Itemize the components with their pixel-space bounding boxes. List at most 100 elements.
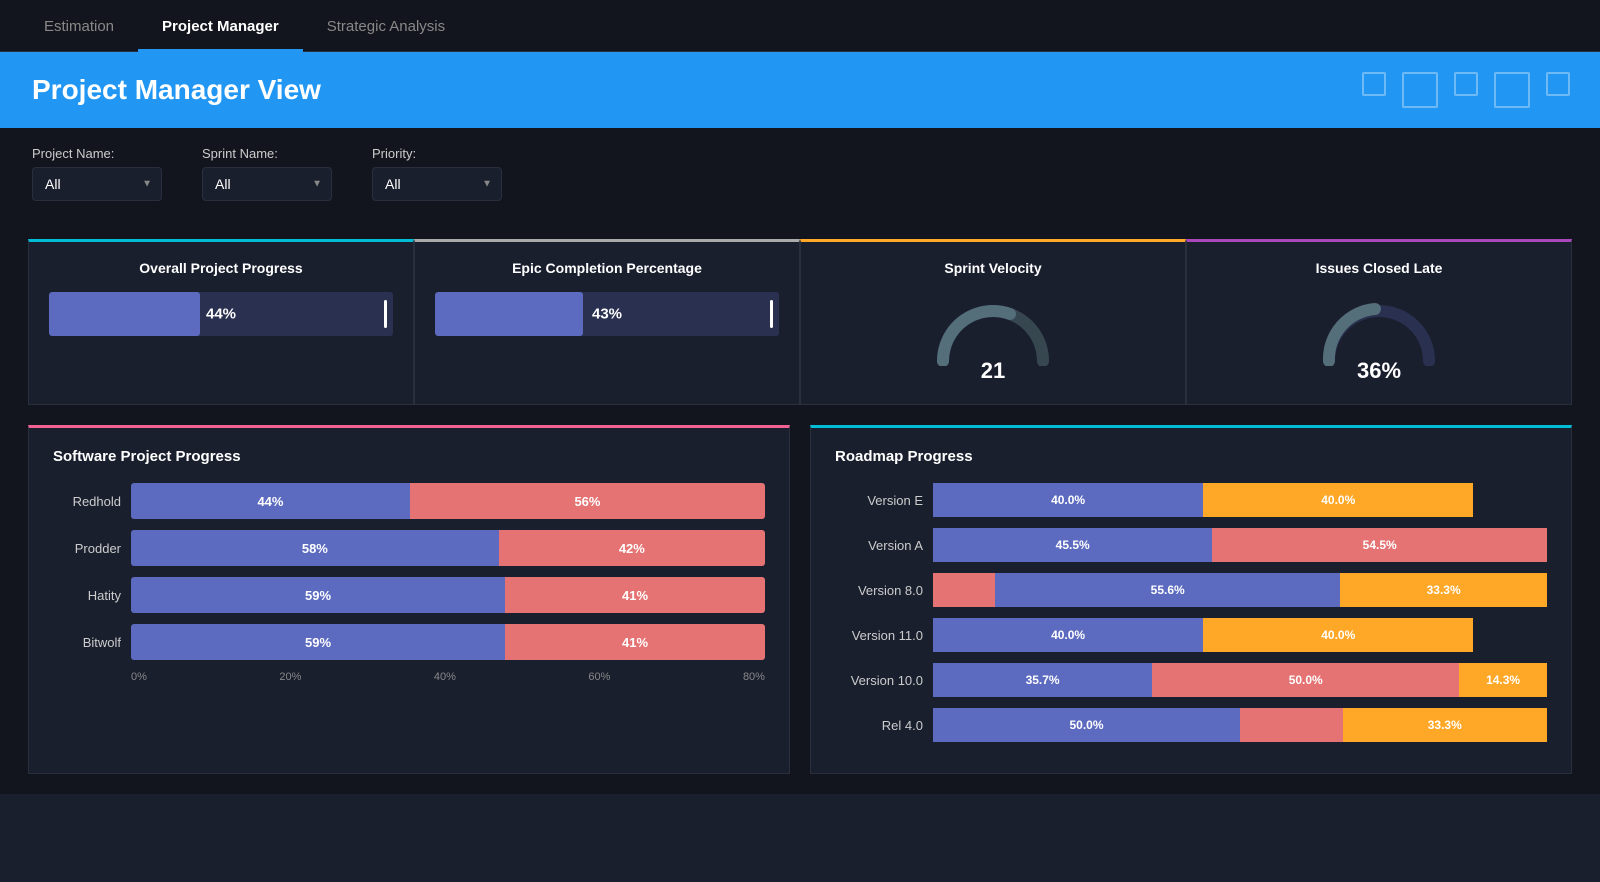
- roadmap-row: Rel 4.0 50.0% 33.3%: [835, 708, 1547, 742]
- roadmap-title: Roadmap Progress: [835, 448, 1547, 465]
- filter-sprint-label: Sprint Name:: [202, 146, 332, 161]
- hbar-pink-seg: 42%: [499, 530, 765, 566]
- filter-priority: Priority: All: [372, 146, 502, 201]
- header-banner: Project Manager View: [0, 52, 1600, 128]
- roadmap-seg: 14.3%: [1459, 663, 1547, 697]
- software-progress-title: Software Project Progress: [53, 448, 765, 465]
- roadmap-bars: 55.6%33.3%: [933, 573, 1547, 607]
- page-title: Project Manager View: [32, 74, 1568, 106]
- roadmap-seg: [1240, 708, 1343, 742]
- hbar-pink-seg: 41%: [505, 577, 765, 613]
- roadmap-seg: 33.3%: [1343, 708, 1547, 742]
- epic-progress-fill: [435, 292, 583, 336]
- hbar-row: Prodder 58% 42%: [53, 530, 765, 566]
- roadmap-row: Version A 45.5%54.5%: [835, 528, 1547, 562]
- software-progress-card: Software Project Progress Redhold 44% 56…: [28, 425, 790, 774]
- filter-priority-wrapper: All: [372, 167, 502, 201]
- hbar-label: Redhold: [53, 494, 121, 509]
- roadmap-seg: 50.0%: [1152, 663, 1459, 697]
- roadmap-seg: 40.0%: [933, 618, 1203, 652]
- roadmap-row: Version E 40.0%40.0%: [835, 483, 1547, 517]
- overall-progress-end: [384, 300, 387, 328]
- hbar-bars: 44% 56%: [131, 483, 765, 519]
- roadmap-bars: 45.5%54.5%: [933, 528, 1547, 562]
- hbar-row: Hatity 59% 41%: [53, 577, 765, 613]
- kpi-sprint-velocity: Sprint Velocity 21: [800, 239, 1186, 405]
- software-progress-chart: Redhold 44% 56% Prodder 58% 42% Hatity 5…: [53, 483, 765, 660]
- bottom-row: Software Project Progress Redhold 44% 56…: [28, 425, 1572, 774]
- kpi-overall-title: Overall Project Progress: [49, 260, 393, 276]
- axis-label: 80%: [743, 671, 765, 683]
- main-content: Overall Project Progress 44% Epic Comple…: [0, 219, 1600, 794]
- roadmap-bars: 35.7%50.0%14.3%: [933, 663, 1547, 697]
- roadmap-card: Roadmap Progress Version E 40.0%40.0% Ve…: [810, 425, 1572, 774]
- roadmap-chart: Version E 40.0%40.0% Version A 45.5%54.5…: [835, 483, 1547, 742]
- epic-progress-label: 43%: [592, 306, 622, 323]
- roadmap-row: Version 10.0 35.7%50.0%14.3%: [835, 663, 1547, 697]
- tab-strategic-analysis[interactable]: Strategic Analysis: [303, 4, 469, 52]
- overall-progress-bar: 44%: [49, 292, 393, 336]
- filter-priority-label: Priority:: [372, 146, 502, 161]
- roadmap-label: Version E: [835, 493, 923, 508]
- kpi-epic-title: Epic Completion Percentage: [435, 260, 779, 276]
- hbar-label: Prodder: [53, 541, 121, 556]
- tab-estimation[interactable]: Estimation: [20, 4, 138, 52]
- roadmap-label: Version A: [835, 538, 923, 553]
- hbar-row: Bitwolf 59% 41%: [53, 624, 765, 660]
- roadmap-seg: 45.5%: [933, 528, 1212, 562]
- kpi-row: Overall Project Progress 44% Epic Comple…: [28, 239, 1572, 405]
- kpi-issues-title: Issues Closed Late: [1207, 260, 1551, 276]
- roadmap-seg: [933, 573, 995, 607]
- roadmap-label: Rel 4.0: [835, 718, 923, 733]
- overall-progress-label: 44%: [206, 306, 236, 323]
- roadmap-seg: 40.0%: [1203, 483, 1473, 517]
- issues-gauge: 36%: [1207, 292, 1551, 384]
- kpi-issues-closed: Issues Closed Late 36%: [1186, 239, 1572, 405]
- tab-project-manager[interactable]: Project Manager: [138, 4, 303, 52]
- axis-label: 40%: [434, 671, 456, 683]
- roadmap-label: Version 11.0: [835, 628, 923, 643]
- roadmap-bars: 50.0% 33.3%: [933, 708, 1547, 742]
- overall-progress-fill: [49, 292, 200, 336]
- roadmap-row: Version 11.0 40.0%40.0%: [835, 618, 1547, 652]
- filter-sprint-name: Sprint Name: All: [202, 146, 332, 201]
- roadmap-bars: 40.0%40.0%: [933, 618, 1547, 652]
- roadmap-bars: 40.0%40.0%: [933, 483, 1547, 517]
- axis-label: 20%: [279, 671, 301, 683]
- roadmap-seg: 40.0%: [933, 483, 1203, 517]
- kpi-overall-progress: Overall Project Progress 44%: [28, 239, 414, 405]
- filter-priority-select[interactable]: All: [372, 167, 502, 201]
- roadmap-seg: 54.5%: [1212, 528, 1547, 562]
- filters-row: Project Name: All Sprint Name: All Prior…: [0, 128, 1600, 219]
- filter-project-select[interactable]: All: [32, 167, 162, 201]
- hbar-blue-seg: 58%: [131, 530, 499, 566]
- hbar-bars: 58% 42%: [131, 530, 765, 566]
- hbar-row: Redhold 44% 56%: [53, 483, 765, 519]
- filter-project-label: Project Name:: [32, 146, 162, 161]
- hbar-axis: 0%20%40%60%80%: [131, 671, 765, 683]
- velocity-gauge-svg: [933, 296, 1053, 366]
- issues-value: 36%: [1357, 358, 1401, 384]
- hbar-label: Bitwolf: [53, 635, 121, 650]
- filter-project-wrapper: All: [32, 167, 162, 201]
- kpi-velocity-title: Sprint Velocity: [821, 260, 1165, 276]
- filter-project-name: Project Name: All: [32, 146, 162, 201]
- roadmap-label: Version 10.0: [835, 673, 923, 688]
- epic-progress-bar: 43%: [435, 292, 779, 336]
- velocity-value: 21: [981, 358, 1005, 384]
- hbar-bars: 59% 41%: [131, 577, 765, 613]
- roadmap-label: Version 8.0: [835, 583, 923, 598]
- roadmap-seg: 35.7%: [933, 663, 1152, 697]
- roadmap-row: Version 8.0 55.6%33.3%: [835, 573, 1547, 607]
- roadmap-seg: 40.0%: [1203, 618, 1473, 652]
- roadmap-seg: 33.3%: [1340, 573, 1547, 607]
- hbar-pink-seg: 56%: [410, 483, 765, 519]
- filter-sprint-wrapper: All: [202, 167, 332, 201]
- filter-sprint-select[interactable]: All: [202, 167, 332, 201]
- epic-progress-end: [770, 300, 773, 328]
- roadmap-seg: 50.0%: [933, 708, 1240, 742]
- tabs-bar: Estimation Project Manager Strategic Ana…: [0, 0, 1600, 52]
- hbar-blue-seg: 59%: [131, 577, 505, 613]
- issues-gauge-svg: [1319, 296, 1439, 366]
- hbar-label: Hatity: [53, 588, 121, 603]
